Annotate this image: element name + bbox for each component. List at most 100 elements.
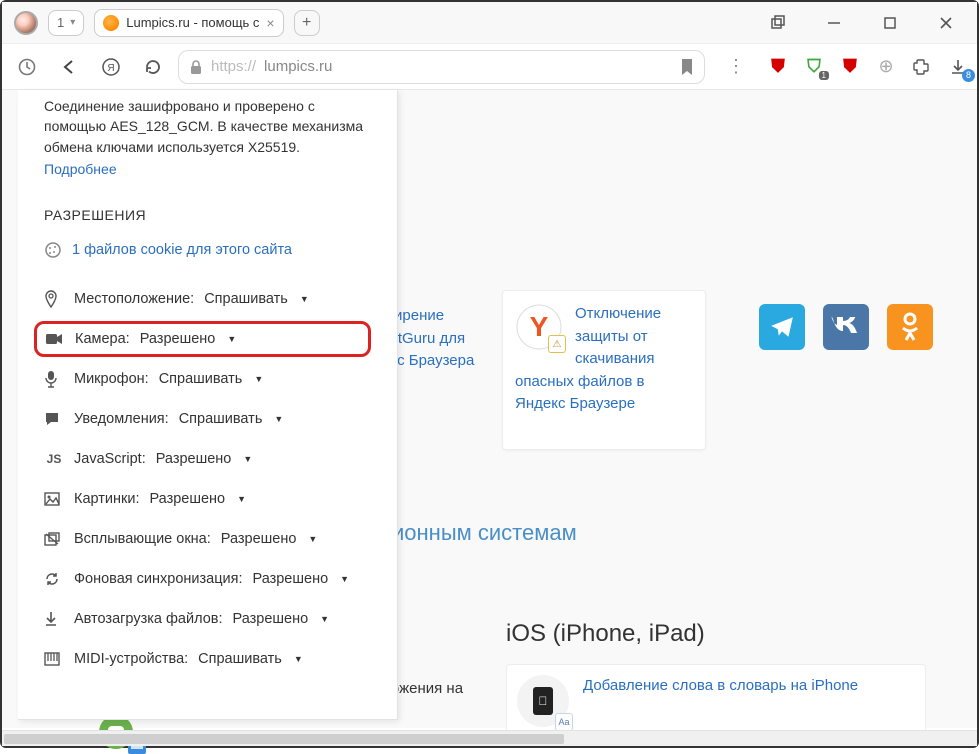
article-card-1[interactable]: Y ⚠ Отключение защиты от скачивания опас… bbox=[502, 290, 706, 450]
adblock-icon[interactable]: ⛊ bbox=[767, 56, 789, 78]
chevron-down-icon: ▼ bbox=[254, 374, 263, 384]
perm-label: Картинки: bbox=[74, 491, 139, 507]
tab-favicon bbox=[103, 15, 119, 31]
site-info-popover: Соединение зашифровано и проверено с пом… bbox=[18, 90, 398, 720]
shield-red-icon[interactable]: ⛊ bbox=[839, 56, 861, 78]
permissions-heading: РАЗРЕШЕНИЯ bbox=[44, 207, 371, 223]
perm-value: Разрешено bbox=[140, 331, 216, 347]
vk-button[interactable] bbox=[823, 304, 869, 350]
chevron-down-icon: ▼ bbox=[243, 454, 252, 464]
social-buttons bbox=[759, 304, 933, 350]
perm-label: MIDI-устройства: bbox=[74, 651, 188, 667]
perm-javascript[interactable]: JS JavaScript: Разрешено ▼ bbox=[44, 441, 371, 477]
translate-icon[interactable]: ⊕ bbox=[875, 56, 897, 78]
perm-label: Камера: bbox=[75, 331, 130, 347]
chevron-down-icon: ▼ bbox=[274, 414, 283, 424]
app-icon bbox=[14, 11, 38, 35]
perm-microphone[interactable]: Микрофон: Спрашивать ▼ bbox=[44, 361, 371, 397]
reload-button[interactable] bbox=[136, 50, 170, 84]
perm-value: Разрешено bbox=[156, 451, 232, 467]
tab-counter[interactable]: 1 ▾ bbox=[48, 10, 84, 36]
chevron-down-icon: ▼ bbox=[300, 294, 309, 304]
perm-midi[interactable]: MIDI-устройства: Спрашивать ▼ bbox=[44, 641, 371, 677]
section-heading-fragment: ионным системам bbox=[392, 520, 577, 546]
svg-text:Я: Я bbox=[107, 63, 114, 74]
bookmark-icon[interactable] bbox=[680, 58, 694, 76]
downloads-button[interactable]: 8 bbox=[947, 56, 969, 78]
perm-auto-download[interactable]: Автозагрузка файлов: Разрешено ▼ bbox=[44, 601, 371, 637]
titlebar: 1 ▾ Lumpics.ru - помощь с × + bbox=[2, 2, 977, 44]
warning-badge-icon: ⚠ bbox=[548, 335, 566, 353]
perm-label: Местоположение: bbox=[74, 291, 194, 307]
perm-label: JavaScript: bbox=[74, 451, 146, 467]
chevron-down-icon: ▼ bbox=[308, 534, 317, 544]
perm-camera[interactable]: Камера: Разрешено ▼ bbox=[34, 321, 371, 357]
link-fragment-3[interactable]: екс Браузера bbox=[382, 350, 502, 373]
telegram-button[interactable] bbox=[759, 304, 805, 350]
extensions-icon[interactable] bbox=[911, 56, 933, 78]
copy-window-button[interactable] bbox=[763, 8, 793, 38]
perm-images[interactable]: Картинки: Разрешено ▼ bbox=[44, 481, 371, 517]
page-content: ширение ketGuru для екс Браузера Y ⚠ Отк… bbox=[2, 90, 977, 728]
ok-button[interactable] bbox=[887, 304, 933, 350]
lock-icon[interactable] bbox=[189, 59, 203, 75]
ios-article-link[interactable]: Добавление слова в словарь на iPhone bbox=[583, 675, 858, 696]
image-icon bbox=[44, 492, 64, 506]
chevron-down-icon: ▼ bbox=[227, 334, 236, 344]
perm-label: Фоновая синхронизация: bbox=[74, 571, 243, 587]
perm-value: Спрашивать bbox=[198, 651, 282, 667]
tab-title: Lumpics.ru - помощь с bbox=[126, 15, 259, 30]
dictionary-badge-icon: Aa bbox=[555, 713, 573, 731]
url-host: lumpics.ru bbox=[264, 58, 332, 75]
chevron-down-icon: ▼ bbox=[237, 494, 246, 504]
scrollbar-thumb[interactable] bbox=[4, 734, 564, 744]
perm-value: Спрашивать bbox=[159, 371, 243, 387]
perm-label: Уведомления: bbox=[74, 411, 169, 427]
microphone-icon bbox=[44, 370, 64, 388]
ext-badge: 1 bbox=[819, 71, 829, 80]
maximize-button[interactable] bbox=[875, 8, 905, 38]
camera-icon bbox=[45, 332, 65, 346]
address-bar[interactable]: https:// lumpics.ru bbox=[178, 50, 705, 84]
history-button[interactable] bbox=[10, 50, 44, 84]
link-fragment-1[interactable]: ширение bbox=[382, 305, 502, 328]
link-fragment-2[interactable]: ketGuru для bbox=[382, 328, 502, 351]
svg-text:Y: Y bbox=[530, 311, 549, 342]
chevron-down-icon: ▼ bbox=[340, 574, 349, 584]
download-icon bbox=[44, 611, 64, 627]
notification-icon bbox=[44, 411, 64, 427]
cookies-link[interactable]: 1 файлов cookie для этого сайта bbox=[72, 242, 292, 258]
assistant-button[interactable]: Я bbox=[94, 50, 128, 84]
iphone-icon: Aa bbox=[517, 675, 569, 727]
new-tab-button[interactable]: + bbox=[294, 10, 320, 36]
yandex-browser-icon: Y ⚠ bbox=[515, 303, 563, 351]
perm-location[interactable]: Местоположение: Спрашивать ▼ bbox=[44, 281, 371, 317]
card-fragment: ширение ketGuru для екс Браузера bbox=[382, 305, 502, 373]
downloads-badge: 8 bbox=[962, 69, 975, 82]
horizontal-scrollbar[interactable] bbox=[2, 730, 977, 746]
ios-section-heading: iOS (iPhone, iPad) bbox=[506, 620, 705, 648]
perm-value: Разрешено bbox=[149, 491, 225, 507]
perm-notifications[interactable]: Уведомления: Спрашивать ▼ bbox=[44, 401, 371, 437]
browser-tab[interactable]: Lumpics.ru - помощь с × bbox=[94, 9, 283, 37]
perm-background-sync[interactable]: Фоновая синхронизация: Разрешено ▼ bbox=[44, 561, 371, 597]
close-window-button[interactable] bbox=[931, 8, 961, 38]
minimize-button[interactable] bbox=[819, 8, 849, 38]
javascript-icon: JS bbox=[44, 452, 64, 466]
perm-value: Разрешено bbox=[233, 611, 309, 627]
tab-close-icon[interactable]: × bbox=[266, 15, 274, 31]
perm-label: Автозагрузка файлов: bbox=[74, 611, 223, 627]
url-protocol: https:// bbox=[211, 58, 256, 75]
security-icon[interactable]: ⛉1 bbox=[803, 56, 825, 78]
perm-popups[interactable]: Всплывающие окна: Разрешено ▼ bbox=[44, 521, 371, 557]
toolbar: Я https:// lumpics.ru ⋮ ⛊ ⛉1 ⛊ ⊕ 8 bbox=[2, 44, 977, 90]
perm-label: Всплывающие окна: bbox=[74, 531, 211, 547]
menu-button[interactable]: ⋮ bbox=[719, 50, 753, 84]
back-button[interactable] bbox=[52, 50, 86, 84]
midi-icon bbox=[44, 652, 64, 666]
sync-icon bbox=[44, 571, 64, 587]
perm-label: Микрофон: bbox=[74, 371, 149, 387]
perm-value: Разрешено bbox=[253, 571, 329, 587]
more-link[interactable]: Подробнее bbox=[44, 161, 117, 177]
cookies-row[interactable]: 1 файлов cookie для этого сайта bbox=[44, 241, 371, 259]
